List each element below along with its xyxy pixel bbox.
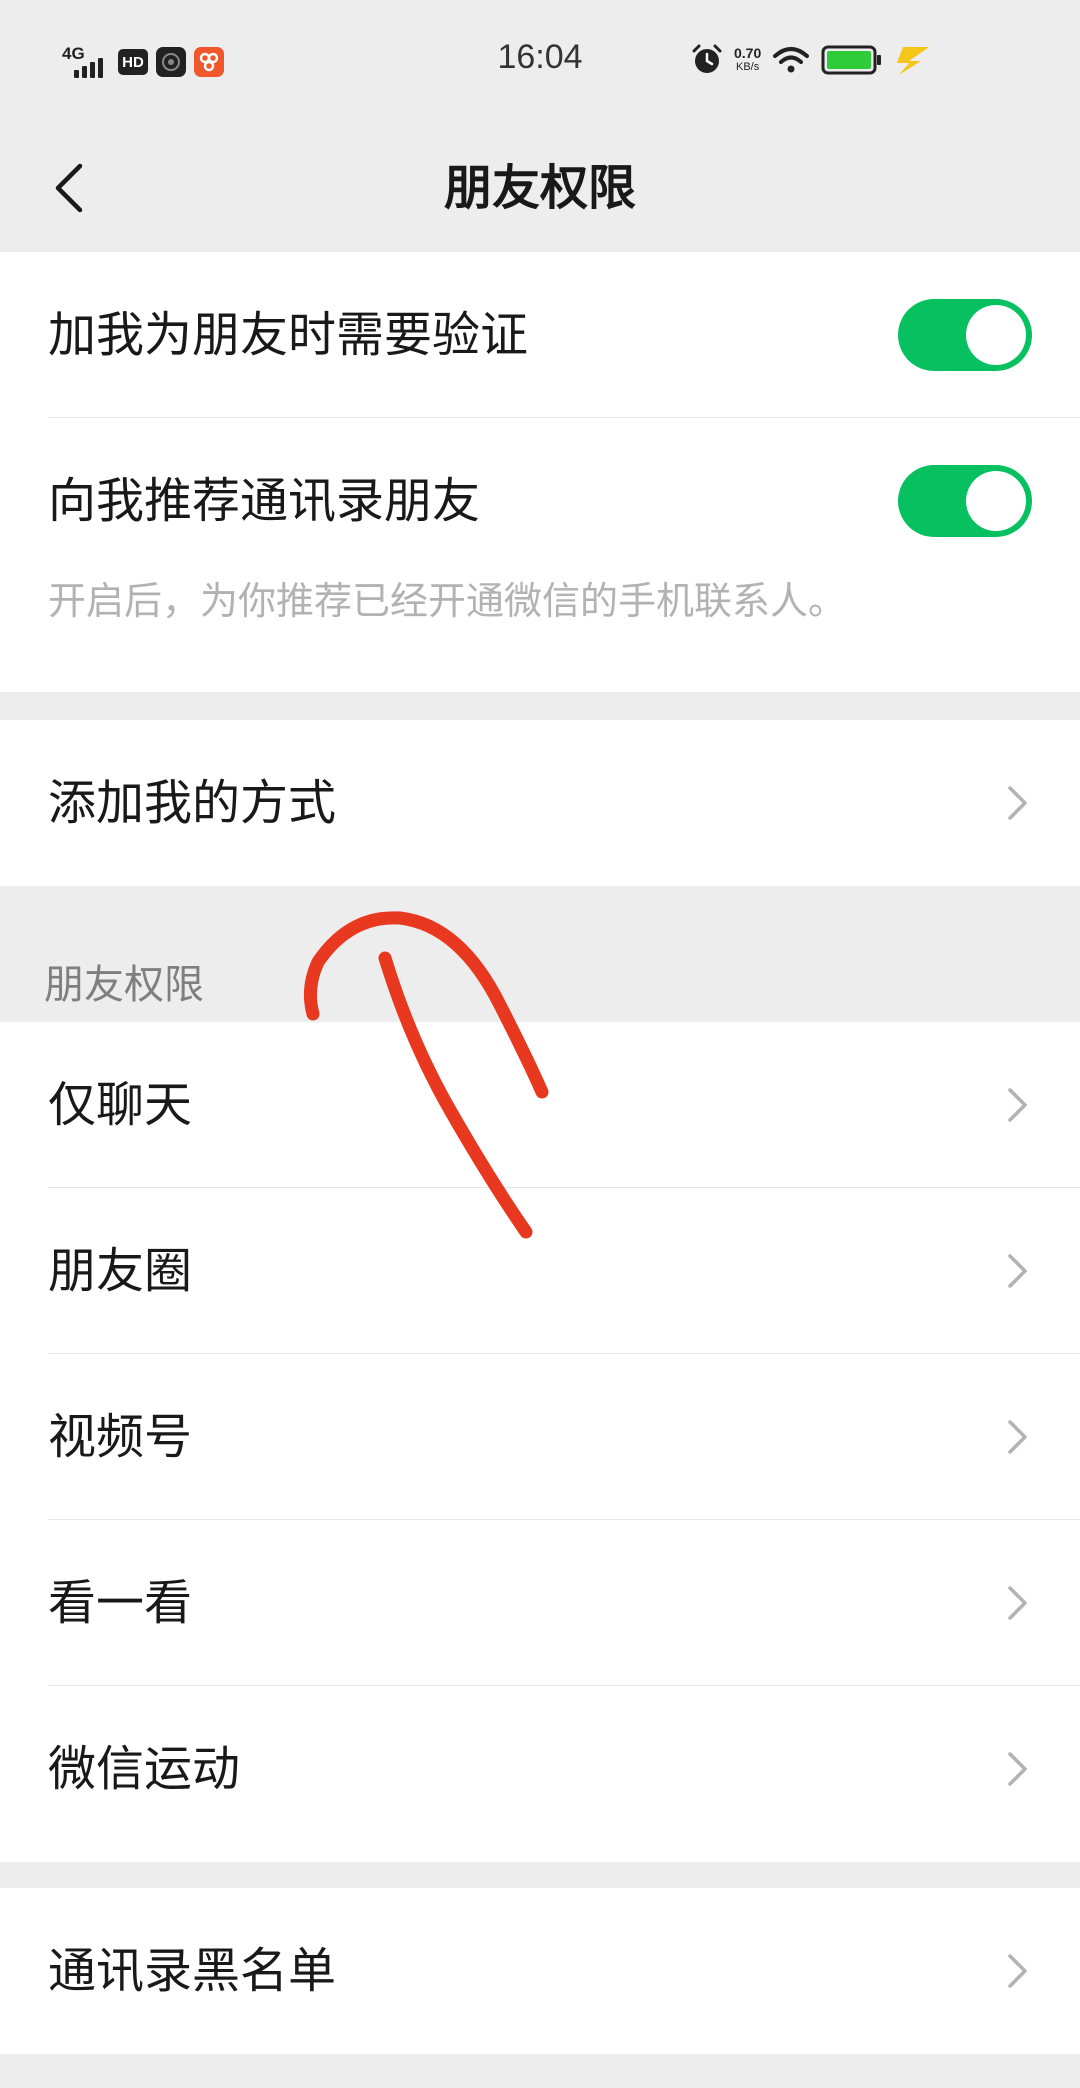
toggle-knob: [966, 471, 1026, 531]
chevron-left-icon: [55, 163, 83, 213]
app-notification-icon: [156, 47, 186, 77]
network-speed-value: 0.70: [734, 45, 762, 61]
recommend-contacts-toggle[interactable]: [898, 465, 1032, 537]
battery-icon: [821, 45, 882, 75]
permission-row-top-stories[interactable]: 看一看: [0, 1520, 1080, 1686]
hd-badge: HD: [118, 49, 148, 75]
recommend-contacts-hint: 开启后，为你推荐已经开通微信的手机联系人。: [48, 579, 847, 623]
permission-row-channels[interactable]: 视频号: [0, 1354, 1080, 1520]
page-title: 朋友权限: [443, 160, 636, 216]
chevron-right-icon: [1008, 1954, 1027, 1988]
status-bar-right: 0.70 KB/s: [690, 40, 933, 80]
blacklist-group: 通讯录黑名单: [0, 1888, 1080, 2054]
network-speed-unit: KB/s: [736, 61, 760, 73]
require-verification-toggle[interactable]: [898, 299, 1032, 371]
permission-label: 仅聊天: [48, 1077, 193, 1133]
charging-icon: [897, 47, 930, 75]
permissions-group: 仅聊天 朋友圈 视频号 看一看 微信运动: [0, 1022, 1080, 1862]
recommend-contacts-label: 向我推荐通讯录朋友: [48, 473, 481, 529]
chevron-right-icon: [1008, 1254, 1027, 1288]
add-methods-row[interactable]: 添加我的方式: [0, 720, 1080, 886]
permission-label: 视频号: [48, 1409, 193, 1465]
status-bar-left: 4G HD: [60, 44, 224, 80]
verification-settings-group: 加我为朋友时需要验证 向我推荐通讯录朋友 开启后，为你推荐已经开通微信的手机联系…: [0, 252, 1080, 692]
require-verification-row: 加我为朋友时需要验证: [0, 252, 1080, 418]
wifi-icon: [773, 47, 810, 73]
permission-row-chat-only[interactable]: 仅聊天: [0, 1022, 1080, 1188]
permission-label: 微信运动: [48, 1741, 241, 1797]
cellular-signal-icon: 4G: [60, 44, 110, 80]
app-notification-icon: [194, 47, 224, 77]
permission-label: 看一看: [48, 1575, 193, 1631]
network-type-label: 4G: [62, 44, 85, 63]
permission-row-werun[interactable]: 微信运动: [0, 1686, 1080, 1852]
status-bar: 4G HD 16:04 0.70 KB/s: [0, 0, 1080, 124]
toggle-knob: [966, 305, 1026, 365]
navigation-bar: 朋友权限: [0, 124, 1080, 252]
network-speed: 0.70 KB/s: [734, 46, 761, 74]
chevron-right-icon: [1008, 1586, 1027, 1620]
blacklist-label: 通讯录黑名单: [48, 1943, 337, 1999]
chevron-right-icon: [1008, 1420, 1027, 1454]
status-time: 16:04: [497, 38, 583, 76]
blacklist-row[interactable]: 通讯录黑名单: [0, 1888, 1080, 2054]
chevron-right-icon: [1008, 1088, 1027, 1122]
permissions-section-header: 朋友权限: [0, 888, 1080, 1022]
chevron-right-icon: [1008, 786, 1027, 820]
add-methods-group: 添加我的方式: [0, 720, 1080, 886]
permission-label: 朋友圈: [48, 1243, 193, 1299]
section-title: 朋友权限: [44, 962, 204, 1008]
require-verification-label: 加我为朋友时需要验证: [48, 307, 529, 363]
add-methods-label: 添加我的方式: [48, 775, 337, 831]
back-button[interactable]: [36, 152, 108, 224]
recommend-contacts-row: 向我推荐通讯录朋友: [0, 418, 1080, 584]
chevron-right-icon: [1008, 1752, 1027, 1786]
alarm-icon: [692, 44, 722, 73]
permission-row-moments[interactable]: 朋友圈: [0, 1188, 1080, 1354]
